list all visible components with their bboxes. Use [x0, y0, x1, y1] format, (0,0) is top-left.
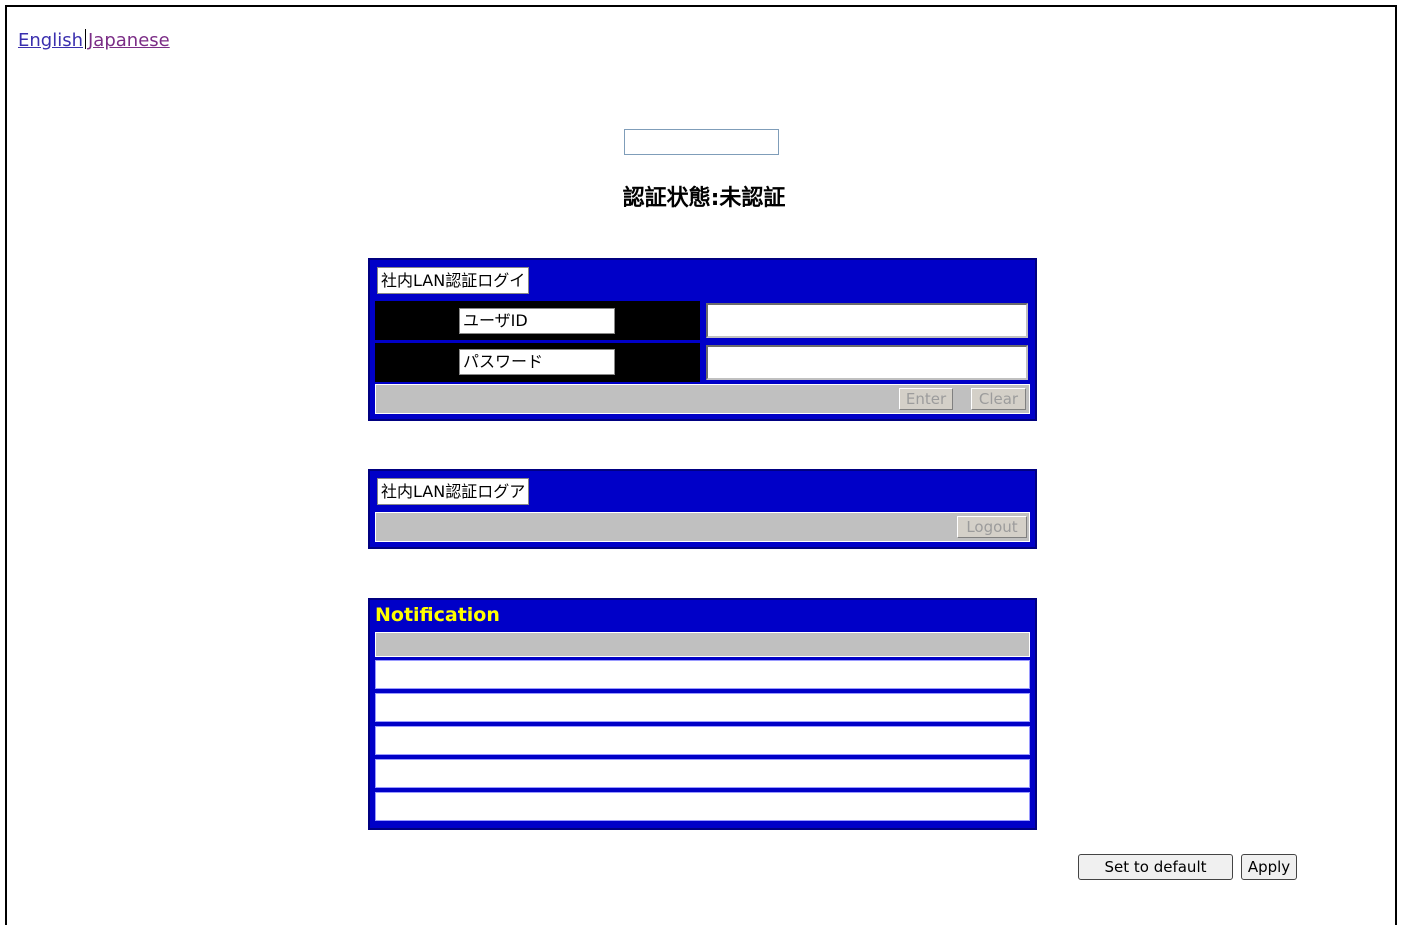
- notification-title: Notification: [375, 604, 500, 626]
- logout-button-row: [375, 512, 1030, 542]
- enter-button[interactable]: Enter: [899, 388, 953, 410]
- notification-row: [375, 759, 1030, 788]
- language-switcher: English Japanese: [18, 29, 170, 51]
- login-panel-title: 社内LAN認証ログイ: [377, 267, 530, 294]
- clear-button[interactable]: Clear: [971, 388, 1026, 410]
- user-id-input[interactable]: [706, 303, 1028, 338]
- logout-panel: 社内LAN認証ログア Logout: [368, 469, 1037, 549]
- login-panel: 社内LAN認証ログイ ユーザID パスワード Enter Clear: [368, 258, 1037, 421]
- password-label: パスワード: [459, 349, 615, 375]
- english-link[interactable]: English: [18, 30, 83, 51]
- notification-row: [375, 660, 1030, 689]
- notification-row: [375, 792, 1030, 821]
- notification-row: [375, 693, 1030, 722]
- auth-status: 認証状態:未認証: [622, 186, 786, 211]
- logout-button[interactable]: Logout: [957, 516, 1027, 538]
- japanese-link[interactable]: Japanese: [88, 30, 170, 51]
- logout-panel-title: 社内LAN認証ログア: [377, 478, 530, 505]
- notification-panel: Notification: [368, 598, 1037, 830]
- notification-header-row: [375, 632, 1030, 657]
- notification-row: [375, 726, 1030, 755]
- apply-button[interactable]: Apply: [1241, 854, 1297, 880]
- header-blank-box: [624, 129, 779, 155]
- set-to-default-button[interactable]: Set to default: [1078, 854, 1233, 880]
- language-separator: [85, 29, 86, 49]
- user-id-label: ユーザID: [459, 308, 615, 334]
- password-input[interactable]: [706, 345, 1028, 380]
